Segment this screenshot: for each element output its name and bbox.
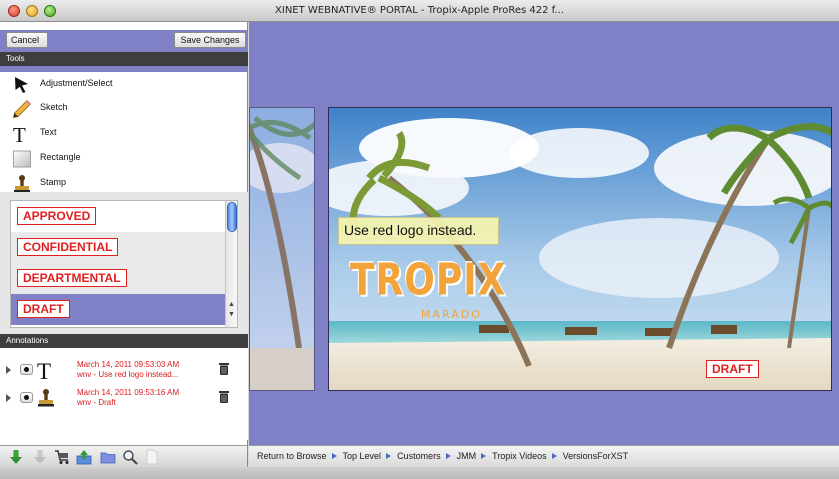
breadcrumb-separator-icon	[386, 453, 392, 459]
tropix-logo-subtitle: MARADO	[421, 308, 482, 321]
sidebar-action-bar: Cancel Save Changes Tools	[0, 30, 248, 72]
text-t-icon: T	[37, 359, 51, 381]
beach-image-partial	[250, 108, 314, 390]
tool-label: Sketch	[40, 102, 68, 112]
tropix-logo: TROPIX	[350, 255, 507, 306]
beach-scene-image	[329, 108, 831, 390]
stamp-option-departmental[interactable]: DEPARTMENTAL	[11, 263, 225, 294]
breadcrumb-top-level[interactable]: Top Level	[343, 451, 382, 461]
magnifier-search-icon[interactable]	[122, 449, 138, 465]
svg-text:T: T	[37, 359, 51, 381]
cart-icon[interactable]	[54, 449, 70, 465]
scroll-down-arrow-icon[interactable]: ▼	[228, 311, 235, 318]
tool-label: Rectangle	[40, 152, 81, 162]
stamp-option-label: DRAFT	[17, 300, 70, 318]
stamp-option-label: APPROVED	[17, 207, 97, 225]
upload-tray-icon[interactable]	[76, 449, 92, 465]
stamp-option-approved[interactable]: APPROVED	[11, 201, 225, 232]
rectangle-icon	[13, 150, 31, 168]
breadcrumb-bar: Return to Browse Top Level Customers JMM Tro…	[249, 445, 839, 467]
annotations-section-header: Annotations	[0, 334, 248, 348]
stamp-icon	[38, 389, 54, 407]
breadcrumb-separator-icon	[331, 453, 337, 459]
stamp-option-label: DEPARTMENTAL	[17, 269, 127, 287]
breadcrumb-versions-for-xst[interactable]: VersionsForXST	[563, 451, 629, 461]
folder-icon[interactable]	[100, 449, 116, 465]
arrow-cursor-icon	[15, 77, 28, 93]
image-viewer: Use red logo instead. TROPIX MARADO DRAF…	[249, 22, 839, 445]
window-titlebar: XINET WEBNATIVE® PORTAL - Tropix-Apple P…	[0, 0, 839, 22]
tool-label: Text	[40, 127, 57, 137]
cancel-button[interactable]: Cancel	[6, 32, 48, 48]
text-t-icon: T	[13, 124, 26, 144]
pencil-icon	[13, 100, 31, 118]
breadcrumb-customers[interactable]: Customers	[397, 451, 441, 461]
breadcrumb-separator-icon	[481, 453, 487, 459]
breadcrumb: Return to Browse Top Level Customers JMM Tro…	[257, 451, 628, 461]
download-arrow-icon[interactable]	[8, 449, 24, 465]
breadcrumb-return-to-browse[interactable]: Return to Browse	[257, 451, 327, 461]
stamp-icon	[14, 175, 30, 193]
annotation-description: wnv - Draft	[77, 398, 116, 407]
tool-label: Stamp	[40, 177, 67, 187]
disclosure-triangle-icon[interactable]	[6, 394, 11, 402]
tools-section-header: Tools	[0, 52, 248, 66]
annotation-sidebar: Cancel Save Changes Tools Adjustment/Sel…	[0, 22, 248, 445]
tool-rectangle[interactable]: Rectangle	[0, 146, 248, 170]
svg-text:T: T	[13, 124, 26, 144]
draft-stamp-annotation[interactable]: DRAFT	[706, 360, 759, 378]
breadcrumb-jmm[interactable]: JMM	[457, 451, 477, 461]
main-image-canvas[interactable]: Use red logo instead. TROPIX MARADO DRAF…	[328, 107, 832, 391]
annotations-list: T March 14, 2011 09:53:03 AM wnv - Use r…	[0, 348, 248, 440]
tool-label: Adjustment/Select	[40, 78, 113, 88]
previous-frame-thumbnail[interactable]	[249, 107, 315, 391]
annotation-row[interactable]: T March 14, 2011 09:53:03 AM wnv - Use r…	[0, 356, 248, 386]
disclosure-triangle-icon[interactable]	[6, 366, 11, 374]
trash-icon[interactable]	[218, 362, 230, 376]
breadcrumb-separator-icon	[551, 453, 557, 459]
tool-text[interactable]: T Text	[0, 121, 248, 145]
annotation-description: wnv - Use red logo instead...	[77, 370, 179, 379]
scrollbar-thumb[interactable]	[227, 202, 237, 232]
annotation-date: March 14, 2011 09:53:16 AM	[77, 388, 180, 397]
tool-adjustment-select[interactable]: Adjustment/Select	[0, 72, 248, 96]
stamp-picker-list[interactable]: APPROVED CONFIDENTIAL DEPARTMENTAL DRAFT…	[10, 200, 238, 328]
window-status-bar	[0, 467, 839, 479]
text-annotation-note[interactable]: Use red logo instead.	[338, 217, 499, 245]
scroll-up-arrow-icon[interactable]: ▲	[228, 301, 235, 308]
asset-toolbar	[0, 445, 248, 467]
tool-sketch[interactable]: Sketch	[0, 96, 248, 120]
visibility-eye-icon[interactable]	[20, 364, 33, 375]
visibility-eye-icon[interactable]	[20, 392, 33, 403]
stamp-option-draft[interactable]: DRAFT	[11, 294, 225, 325]
stamp-option-confidential[interactable]: CONFIDENTIAL	[11, 232, 225, 263]
annotation-date: March 14, 2011 09:53:03 AM	[77, 360, 180, 369]
stamp-list-scrollbar[interactable]: ▲ ▼	[225, 201, 237, 327]
document-disabled-icon[interactable]	[144, 449, 160, 465]
trash-icon[interactable]	[218, 390, 230, 404]
breadcrumb-separator-icon	[445, 453, 451, 459]
window-title: XINET WEBNATIVE® PORTAL - Tropix-Apple P…	[275, 5, 564, 16]
download-disabled-icon[interactable]	[32, 449, 48, 465]
stamp-option-label: CONFIDENTIAL	[17, 238, 119, 256]
save-changes-button[interactable]: Save Changes	[174, 32, 246, 48]
annotation-row[interactable]: March 14, 2011 09:53:16 AM wnv - Draft	[0, 384, 248, 414]
breadcrumb-tropix-videos[interactable]: Tropix Videos	[492, 451, 547, 461]
